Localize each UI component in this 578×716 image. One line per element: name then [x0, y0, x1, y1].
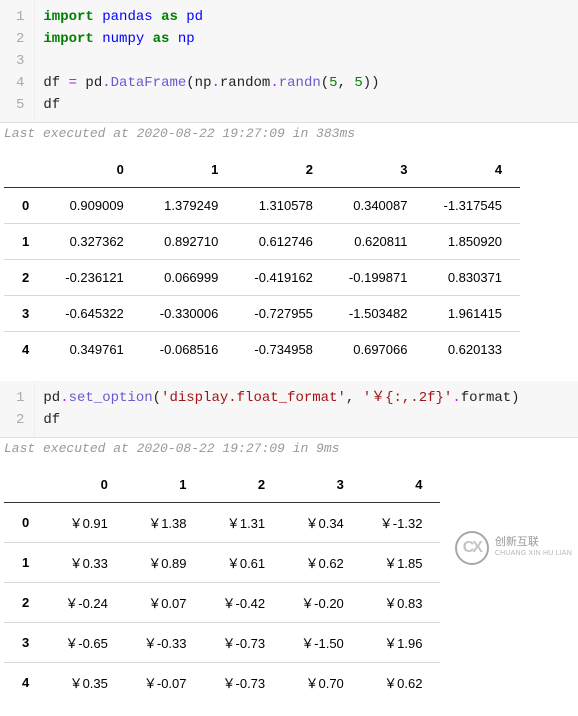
cell: 1.379249: [142, 188, 237, 224]
row-header: 2: [4, 583, 47, 623]
cell: ￥1.85: [362, 543, 441, 583]
cell: 1.850920: [425, 224, 520, 260]
row-header: 3: [4, 623, 47, 663]
table-row: 4￥0.35￥-0.07￥-0.73￥0.70￥0.62: [4, 663, 440, 703]
code-cell-1[interactable]: 12pd.set_option('display.float_format', …: [0, 381, 578, 438]
cell: 0.327362: [47, 224, 142, 260]
cell: ￥-0.73: [205, 663, 284, 703]
cell: -0.727955: [236, 296, 331, 332]
cell: ￥0.61: [205, 543, 284, 583]
cell: ￥-0.07: [126, 663, 205, 703]
cell: -0.199871: [331, 260, 426, 296]
table-row: 10.3273620.8927100.6127460.6208111.85092…: [4, 224, 520, 260]
watermark-text-bottom: CHUANG XIN HU LIAN: [495, 548, 572, 560]
row-header: 1: [4, 224, 47, 260]
cell: -1.317545: [425, 188, 520, 224]
row-header: 2: [4, 260, 47, 296]
cell: -0.734958: [236, 332, 331, 368]
cell: ￥0.34: [283, 503, 362, 543]
row-header: 4: [4, 332, 47, 368]
output-area-0: 0123400.9090091.3792491.3105780.340087-1…: [0, 144, 578, 381]
table-row: 3-0.645322-0.330006-0.727955-1.5034821.9…: [4, 296, 520, 332]
table-row: 40.349761-0.068516-0.7349580.6970660.620…: [4, 332, 520, 368]
cell: ￥-0.42: [205, 583, 284, 623]
col-header: 2: [205, 467, 284, 503]
output-area-1: 012340￥0.91￥1.38￥1.31￥0.34￥-1.321￥0.33￥0…: [0, 459, 578, 716]
execution-status: Last executed at 2020-08-22 19:27:09 in …: [0, 438, 578, 459]
cell: ￥0.62: [283, 543, 362, 583]
cell: 0.349761: [47, 332, 142, 368]
table-row: 1￥0.33￥0.89￥0.61￥0.62￥1.85: [4, 543, 440, 583]
cell: ￥-0.24: [47, 583, 126, 623]
cell: ￥0.07: [126, 583, 205, 623]
table-row: 0￥0.91￥1.38￥1.31￥0.34￥-1.32: [4, 503, 440, 543]
code-cell-0[interactable]: 12345import pandas as pd import numpy as…: [0, 0, 578, 123]
watermark-text-top: 创新互联: [495, 536, 572, 548]
cell: ￥0.83: [362, 583, 441, 623]
cell: ￥-0.65: [47, 623, 126, 663]
cell: -1.503482: [331, 296, 426, 332]
table-row: 2-0.2361210.066999-0.419162-0.1998710.83…: [4, 260, 520, 296]
watermark: CX 创新互联 CHUANG XIN HU LIAN: [455, 531, 572, 565]
cell: -0.645322: [47, 296, 142, 332]
watermark-logo-icon: CX: [455, 531, 489, 565]
cell: ￥1.96: [362, 623, 441, 663]
cell: ￥0.91: [47, 503, 126, 543]
cell: ￥0.89: [126, 543, 205, 583]
col-header: 3: [331, 152, 426, 188]
cell: ￥-0.73: [205, 623, 284, 663]
output-table-1: 012340￥0.91￥1.38￥1.31￥0.34￥-1.321￥0.33￥0…: [4, 467, 440, 702]
code-editor[interactable]: import pandas as pd import numpy as np d…: [35, 0, 387, 122]
cell: 0.620133: [425, 332, 520, 368]
col-header: 3: [283, 467, 362, 503]
cell: 0.612746: [236, 224, 331, 260]
cell: -0.330006: [142, 296, 237, 332]
cell: ￥1.31: [205, 503, 284, 543]
table-row: 00.9090091.3792491.3105780.340087-1.3175…: [4, 188, 520, 224]
cell: 0.909009: [47, 188, 142, 224]
cell: ￥-1.50: [283, 623, 362, 663]
cell: ￥0.62: [362, 663, 441, 703]
cell: 0.697066: [331, 332, 426, 368]
code-editor[interactable]: pd.set_option('display.float_format', '￥…: [35, 381, 527, 437]
cell: 0.340087: [331, 188, 426, 224]
cell: ￥-0.20: [283, 583, 362, 623]
cell: -0.419162: [236, 260, 331, 296]
cell: 0.892710: [142, 224, 237, 260]
row-header: 1: [4, 543, 47, 583]
cell: 0.620811: [331, 224, 426, 260]
cell: 1.961415: [425, 296, 520, 332]
gutter: 12: [0, 381, 35, 437]
output-table-0: 0123400.9090091.3792491.3105780.340087-1…: [4, 152, 520, 367]
col-header: 1: [142, 152, 237, 188]
col-header: 1: [126, 467, 205, 503]
cell: -0.236121: [47, 260, 142, 296]
col-header: 0: [47, 152, 142, 188]
execution-status: Last executed at 2020-08-22 19:27:09 in …: [0, 123, 578, 144]
cell: ￥-1.32: [362, 503, 441, 543]
cell: ￥0.33: [47, 543, 126, 583]
cell: -0.068516: [142, 332, 237, 368]
cell: 1.310578: [236, 188, 331, 224]
table-row: 2￥-0.24￥0.07￥-0.42￥-0.20￥0.83: [4, 583, 440, 623]
cell: ￥-0.33: [126, 623, 205, 663]
cell: ￥0.35: [47, 663, 126, 703]
col-header: 0: [47, 467, 126, 503]
col-header: 4: [362, 467, 441, 503]
table-row: 3￥-0.65￥-0.33￥-0.73￥-1.50￥1.96: [4, 623, 440, 663]
cell: 0.830371: [425, 260, 520, 296]
col-header: 2: [236, 152, 331, 188]
col-header: 4: [425, 152, 520, 188]
cell: 0.066999: [142, 260, 237, 296]
cell: ￥0.70: [283, 663, 362, 703]
row-header: 0: [4, 503, 47, 543]
gutter: 12345: [0, 0, 35, 122]
row-header: 4: [4, 663, 47, 703]
row-header: 3: [4, 296, 47, 332]
row-header: 0: [4, 188, 47, 224]
cell: ￥1.38: [126, 503, 205, 543]
